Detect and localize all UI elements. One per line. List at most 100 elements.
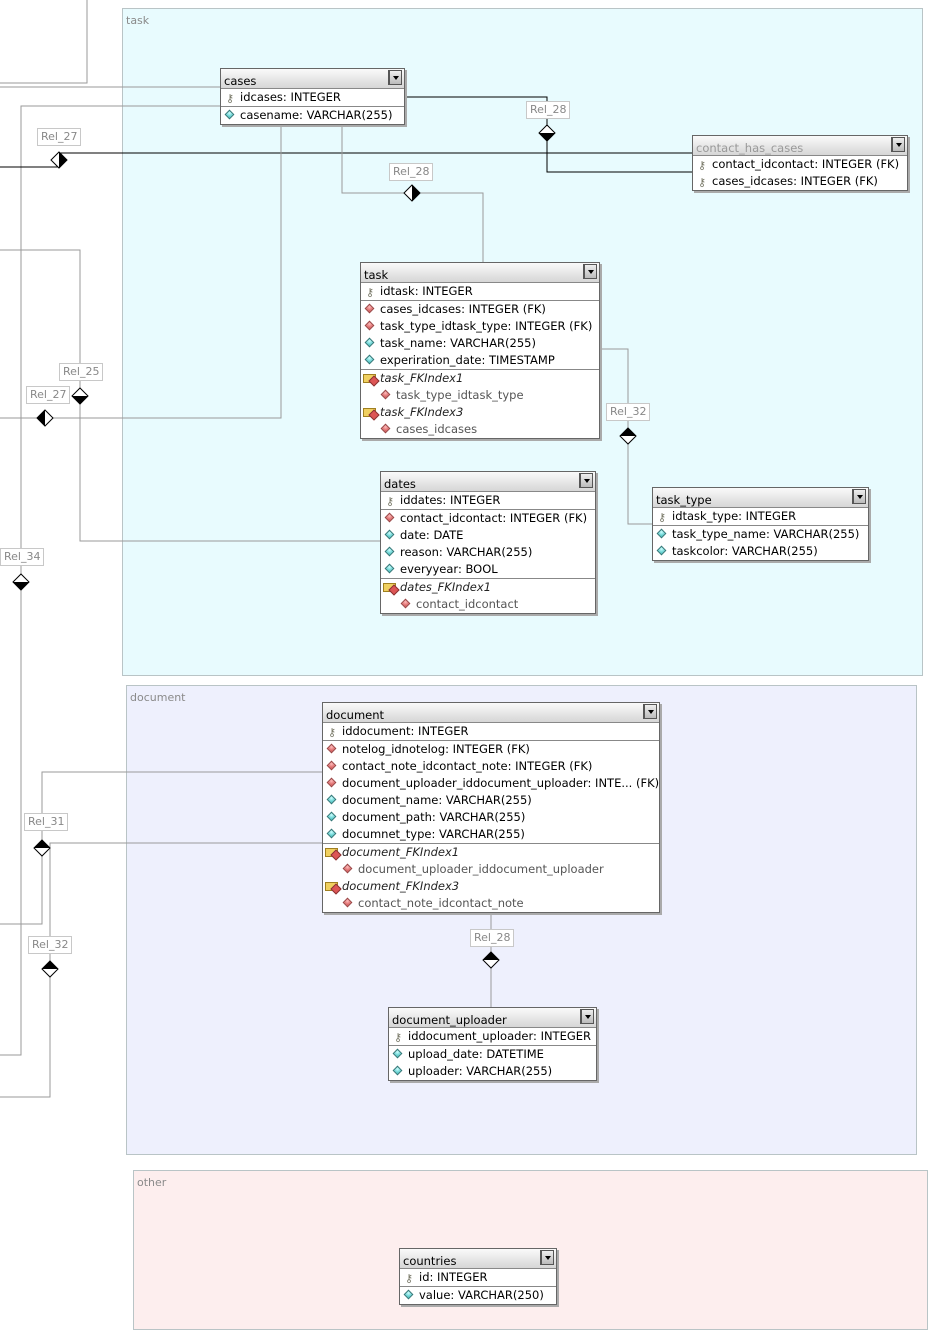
relation-label[interactable]: Rel_28 [470, 929, 515, 947]
table-document[interactable]: document ⚷ iddocument: INTEGER notelog_idno… [322, 702, 660, 913]
table-title: document_uploader [392, 1013, 507, 1027]
column-text: contact_note_idcontact_note: INTEGER (FK… [342, 759, 593, 773]
column-row[interactable]: notelog_idnotelog: INTEGER (FK) [323, 741, 659, 758]
column-text: iddocument: INTEGER [342, 724, 469, 738]
relation-diamond-icon[interactable] [619, 427, 637, 445]
index-row[interactable]: document_FKIndex1 [323, 844, 659, 861]
column-row[interactable]: cases_idcases: INTEGER (FK) [361, 301, 599, 318]
relation-diamond-icon[interactable] [33, 839, 51, 857]
relation-label[interactable]: Rel_32 [606, 403, 651, 421]
relation-diamond-icon[interactable] [71, 387, 89, 405]
column-row[interactable]: ⚷ id: INTEGER [400, 1269, 556, 1287]
column-row[interactable]: task_type_idtask_type: INTEGER (FK) [361, 318, 599, 335]
column-text: notelog_idnotelog: INTEGER (FK) [342, 742, 530, 756]
table-task-type[interactable]: task_type ⚷ idtask_type: INTEGER task_type_… [652, 487, 869, 561]
relation-label[interactable]: Rel_27 [26, 386, 71, 404]
column-row[interactable]: ⚷ iddates: INTEGER [381, 492, 595, 510]
column-row[interactable]: document_name: VARCHAR(255) [323, 792, 659, 809]
column-row[interactable]: document_path: VARCHAR(255) [323, 809, 659, 826]
table-header[interactable]: dates [381, 472, 595, 492]
foreign-key-icon [326, 743, 337, 754]
table-dates[interactable]: dates ⚷ iddates: INTEGER contact_idcontact:… [380, 471, 596, 614]
index-column-text: task_type_idtask_type [396, 388, 524, 402]
column-row[interactable]: ⚷ iddocument: INTEGER [323, 723, 659, 741]
relation-diamond-icon[interactable] [403, 184, 421, 202]
dropdown-button[interactable] [579, 473, 593, 488]
attribute-icon [403, 1289, 414, 1300]
index-row[interactable]: task_FKIndex3 [361, 404, 599, 421]
attribute-icon [384, 563, 395, 574]
relation-label[interactable]: Rel_25 [59, 363, 104, 381]
relation-label[interactable]: Rel_31 [24, 813, 69, 831]
column-row[interactable]: ⚷ idcases: INTEGER [221, 89, 404, 107]
relation-label[interactable]: Rel_28 [389, 163, 434, 181]
table-header[interactable]: document_uploader [389, 1008, 596, 1028]
relation-diamond-icon[interactable] [41, 960, 59, 978]
column-row[interactable]: ⚷ cases_idcases: INTEGER (FK) [693, 173, 907, 190]
foreign-key-icon [364, 303, 375, 314]
dropdown-button[interactable] [388, 70, 402, 85]
index-column-row[interactable]: task_type_idtask_type [361, 387, 599, 404]
column-row[interactable]: experiration_date: TIMESTAMP [361, 352, 599, 370]
column-row[interactable]: contact_note_idcontact_note: INTEGER (FK… [323, 758, 659, 775]
column-row[interactable]: value: VARCHAR(250) [400, 1287, 556, 1304]
relation-label[interactable]: Rel_34 [0, 548, 45, 566]
dropdown-button[interactable] [580, 1009, 594, 1024]
relation-label[interactable]: Rel_27 [37, 128, 82, 146]
relation-label[interactable]: Rel_28 [526, 101, 571, 119]
column-row[interactable]: documnet_type: VARCHAR(255) [323, 826, 659, 844]
column-row[interactable]: task_type_name: VARCHAR(255) [653, 526, 868, 543]
index-column-row[interactable]: document_uploader_iddocument_uploader [323, 861, 659, 878]
primary-key-icon: ⚷ [405, 1272, 414, 1285]
table-header[interactable]: contact_has_cases [693, 136, 907, 156]
index-column-row[interactable]: contact_note_idcontact_note [323, 895, 659, 912]
table-header[interactable]: task [361, 263, 599, 283]
table-header[interactable]: document [323, 703, 659, 723]
column-row[interactable]: casename: VARCHAR(255) [221, 107, 404, 124]
column-text: idcases: INTEGER [240, 90, 341, 104]
column-row[interactable]: task_name: VARCHAR(255) [361, 335, 599, 352]
index-name: document_FKIndex1 [342, 845, 460, 859]
relation-diamond-icon[interactable] [36, 409, 54, 427]
column-row[interactable]: contact_idcontact: INTEGER (FK) [381, 510, 595, 527]
column-row[interactable]: date: DATE [381, 527, 595, 544]
dropdown-button[interactable] [852, 489, 866, 504]
dropdown-button[interactable] [891, 137, 905, 152]
column-row[interactable]: ⚷ idtask_type: INTEGER [653, 508, 868, 526]
index-row[interactable]: dates_FKIndex1 [381, 579, 595, 596]
column-row[interactable]: ⚷ idtask: INTEGER [361, 283, 599, 301]
table-cases[interactable]: cases ⚷ idcases: INTEGER casename: VARCHAR(… [220, 68, 405, 125]
dropdown-button[interactable] [583, 264, 597, 279]
dropdown-button[interactable] [643, 704, 657, 719]
index-row[interactable]: task_FKIndex1 [361, 370, 599, 387]
attribute-icon [364, 337, 375, 348]
index-name: task_FKIndex3 [380, 405, 464, 419]
column-row[interactable]: everyyear: BOOL [381, 561, 595, 579]
index-column-row[interactable]: cases_idcases [361, 421, 599, 438]
column-row[interactable]: uploader: VARCHAR(255) [389, 1063, 596, 1080]
table-header[interactable]: countries [400, 1249, 556, 1269]
table-document-uploader[interactable]: document_uploader ⚷ iddocument_uploader: I… [388, 1007, 597, 1081]
relation-diamond-icon[interactable] [50, 151, 68, 169]
relation-diamond-icon[interactable] [538, 124, 556, 142]
table-task[interactable]: task ⚷ idtask: INTEGER cases_idcases: INTEG… [360, 262, 600, 439]
table-contact-has-cases[interactable]: contact_has_cases ⚷ contact_idcontact: INT… [692, 135, 908, 191]
column-row[interactable]: reason: VARCHAR(255) [381, 544, 595, 561]
table-header[interactable]: cases [221, 69, 404, 89]
index-row[interactable]: document_FKIndex3 [323, 878, 659, 895]
column-text: task_type_idtask_type: INTEGER (FK) [380, 319, 593, 333]
relation-diamond-icon[interactable] [482, 951, 500, 969]
column-text: taskcolor: VARCHAR(255) [672, 544, 818, 558]
relation-diamond-icon[interactable] [12, 573, 30, 591]
column-row[interactable]: upload_date: DATETIME [389, 1046, 596, 1063]
column-row[interactable]: taskcolor: VARCHAR(255) [653, 543, 868, 560]
column-text: id: INTEGER [419, 1270, 488, 1284]
dropdown-button[interactable] [540, 1250, 554, 1265]
table-header[interactable]: task_type [653, 488, 868, 508]
column-row[interactable]: ⚷ iddocument_uploader: INTEGER [389, 1028, 596, 1046]
column-row[interactable]: document_uploader_iddocument_uploader: I… [323, 775, 659, 792]
relation-label[interactable]: Rel_32 [28, 936, 73, 954]
index-column-row[interactable]: contact_idcontact [381, 596, 595, 613]
table-countries[interactable]: countries ⚷ id: INTEGER value: VARCHAR(250) [399, 1248, 557, 1305]
column-row[interactable]: ⚷ contact_idcontact: INTEGER (FK) [693, 156, 907, 173]
